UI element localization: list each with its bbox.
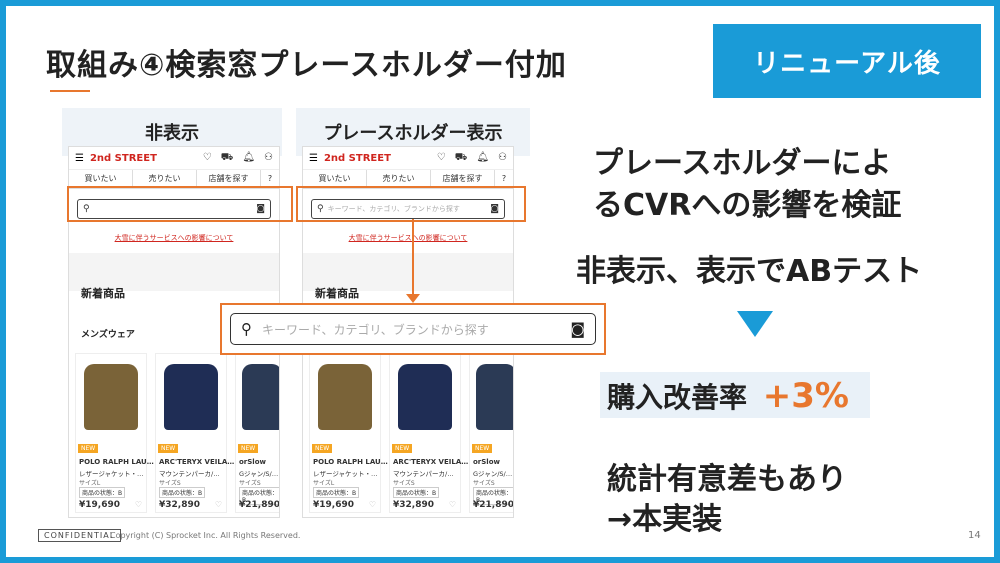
phone-header: ☰ 2nd STREET ♡ ⛟ 🔔︎ ⚇ — [69, 147, 279, 170]
product-card[interactable]: NEW orSlow Gジャン/S/… サイズS 商品の状態：B ¥21,890 — [469, 353, 514, 513]
product-size: サイズS — [239, 480, 261, 487]
ab-test-line: 非表示、表示でABテスト — [576, 254, 923, 289]
store-logo: 2nd STREET — [323, 152, 391, 164]
result-value: +3% — [762, 376, 849, 416]
product-condition: 商品の状態：B — [313, 487, 360, 498]
product-price: ¥32,890 — [159, 500, 200, 510]
title-underline — [50, 90, 90, 92]
product-card[interactable]: NEW orSlow Gジャン/S/… サイズS 商品の状態：B ¥21,890 — [235, 353, 280, 513]
down-triangle-icon — [737, 311, 773, 337]
store-logo: 2nd STREET — [89, 152, 157, 164]
product-card[interactable]: NEW POLO RALPH LAU… レザージャケット・… サイズL 商品の状… — [309, 353, 388, 513]
highlight-box-placeholder — [296, 186, 526, 222]
product-card[interactable]: NEW ARC'TERYX VEILA… マウンテンパーカ/… サイズS 商品の… — [155, 353, 234, 513]
hypothesis-line-2: るCVRへの影響を検証 — [593, 188, 902, 223]
jacket-image — [398, 364, 452, 430]
product-size: サイズL — [313, 480, 335, 487]
product-size: サイズS — [473, 480, 495, 487]
product-cards: NEW POLO RALPH LAU… レザージャケット・… サイズL 商品の状… — [309, 353, 514, 513]
product-price: ¥19,690 — [313, 500, 354, 510]
menu-icon[interactable]: ☰ — [309, 153, 318, 164]
zoomed-search-box: ⚲ キーワード、カテゴリ、ブランドから探す ◙ — [220, 303, 606, 355]
product-type: レザージャケット・… — [313, 470, 378, 478]
product-size: サイズL — [79, 480, 101, 487]
page-number: 14 — [968, 530, 981, 541]
menu-icon[interactable]: ☰ — [75, 153, 84, 164]
favorite-icon[interactable]: ♡ — [369, 500, 376, 509]
new-badge: NEW — [312, 444, 333, 453]
product-brand: ARC'TERYX VEILA… — [159, 458, 235, 466]
camera-icon[interactable]: ◙ — [570, 320, 585, 338]
product-cards: NEW POLO RALPH LAU… レザージャケット・… サイズL 商品の状… — [75, 353, 280, 513]
new-badge: NEW — [158, 444, 179, 453]
heart-icon[interactable]: ♡ — [437, 152, 446, 165]
cart-icon[interactable]: ⛟ — [221, 152, 234, 165]
significance-line: 統計有意差もあり — [607, 462, 847, 497]
renewal-badge: リニューアル後 — [713, 24, 981, 98]
jacket-image — [242, 364, 279, 430]
product-card[interactable]: NEW ARC'TERYX VEILA… マウンテンパーカ/… サイズS 商品の… — [389, 353, 468, 513]
bell-icon[interactable]: 🔔︎ — [476, 152, 489, 165]
jacket-image — [476, 364, 513, 430]
slide: 取組み④検索窓プレースホルダー付加 リニューアル後 非表示 プレースホルダー表示… — [0, 0, 1000, 563]
favorite-icon[interactable]: ♡ — [449, 500, 456, 509]
hypothesis-line-1: プレースホルダーによ — [593, 146, 892, 181]
search-icon: ⚲ — [241, 320, 252, 338]
jacket-image — [164, 364, 218, 430]
result-row: 購入改善率 +3% — [607, 376, 849, 416]
favorite-icon[interactable]: ♡ — [135, 500, 142, 509]
new-badge: NEW — [392, 444, 413, 453]
product-price: ¥32,890 — [393, 500, 434, 510]
copyright-text: Copyright (C) Sprocket Inc. All Rights R… — [110, 531, 301, 540]
product-type: マウンテンパーカ/… — [393, 470, 454, 478]
product-price: ¥21,890 — [473, 500, 514, 510]
product-type: マウンテンパーカ/… — [159, 470, 220, 478]
new-badge: NEW — [238, 444, 259, 453]
highlight-box-hidden — [67, 186, 293, 222]
product-type: Gジャン/S/… — [239, 470, 279, 478]
heart-icon[interactable]: ♡ — [203, 152, 212, 165]
result-label: 購入改善率 — [607, 381, 748, 414]
section-new-title: 新着商品 — [315, 287, 359, 300]
new-badge: NEW — [78, 444, 99, 453]
product-price: ¥19,690 — [79, 500, 120, 510]
arrow-line — [412, 219, 414, 297]
section-new-title: 新着商品 — [81, 287, 125, 300]
notice-link[interactable]: 大雪に伴うサービスへの影響について — [303, 233, 513, 243]
arrow-down-icon — [406, 294, 420, 303]
product-brand: POLO RALPH LAU… — [313, 458, 388, 466]
new-badge: NEW — [472, 444, 493, 453]
notice-link[interactable]: 大雪に伴うサービスへの影響について — [69, 233, 279, 243]
user-icon[interactable]: ⚇ — [498, 152, 507, 165]
product-size: サイズS — [393, 480, 415, 487]
product-brand: ARC'TERYX VEILA… — [393, 458, 469, 466]
phone-header: ☰ 2nd STREET ♡ ⛟ 🔔︎ ⚇ — [303, 147, 513, 170]
product-price: ¥21,890 — [239, 500, 280, 510]
product-brand: POLO RALPH LAU… — [79, 458, 154, 466]
zoomed-search-placeholder: キーワード、カテゴリ、ブランドから探す — [262, 322, 489, 337]
product-type: Gジャン/S/… — [473, 470, 513, 478]
product-condition: 商品の状態：B — [79, 487, 126, 498]
product-condition: 商品の状態：B — [159, 487, 206, 498]
product-brand: orSlow — [473, 458, 500, 466]
product-size: サイズS — [159, 480, 181, 487]
jacket-image — [84, 364, 138, 430]
jacket-image — [318, 364, 372, 430]
section-mens-title: メンズウェア — [81, 330, 135, 340]
confidential-label: CONFIDENTIAL — [38, 529, 122, 542]
product-type: レザージャケット・… — [79, 470, 144, 478]
favorite-icon[interactable]: ♡ — [215, 500, 222, 509]
bell-icon[interactable]: 🔔︎ — [242, 152, 255, 165]
user-icon[interactable]: ⚇ — [264, 152, 273, 165]
product-brand: orSlow — [239, 458, 266, 466]
implementation-line: →本実装 — [607, 502, 723, 537]
product-card[interactable]: NEW POLO RALPH LAU… レザージャケット・… サイズL 商品の状… — [75, 353, 154, 513]
cart-icon[interactable]: ⛟ — [455, 152, 468, 165]
product-condition: 商品の状態：B — [393, 487, 440, 498]
slide-title: 取組み④検索窓プレースホルダー付加 — [46, 48, 567, 83]
zoomed-search-input[interactable]: ⚲ キーワード、カテゴリ、ブランドから探す ◙ — [230, 313, 596, 345]
